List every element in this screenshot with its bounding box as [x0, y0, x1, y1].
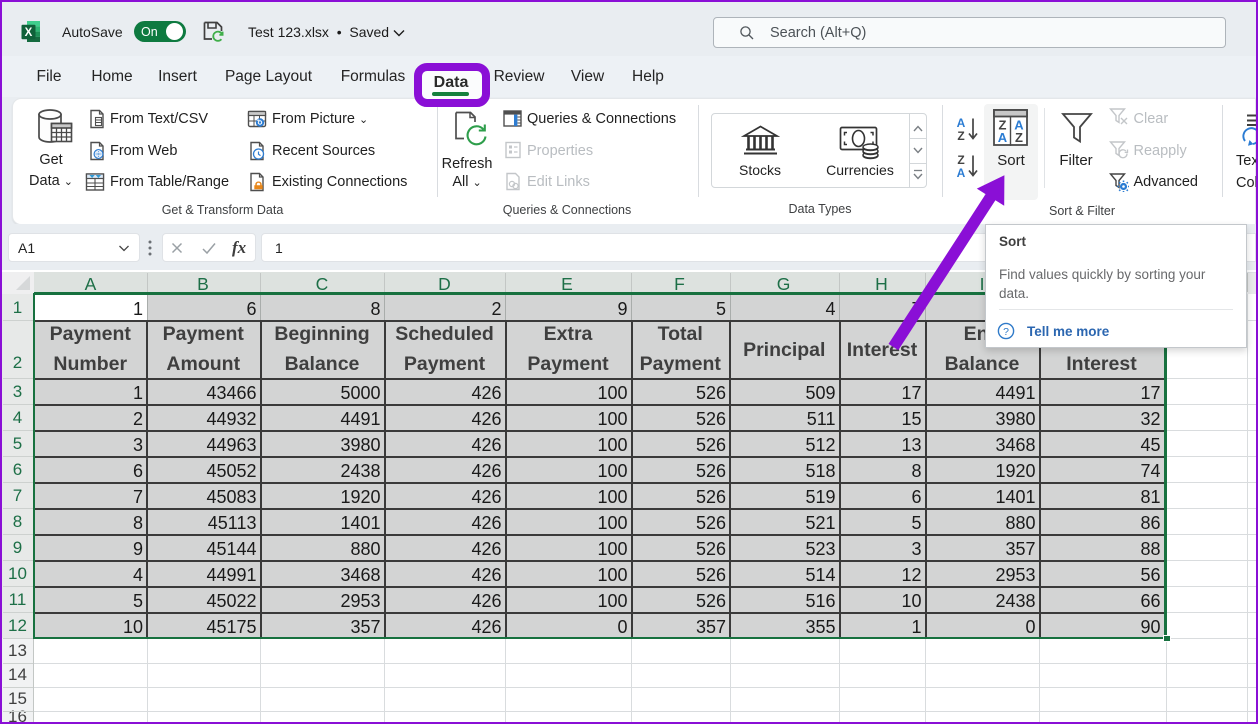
svg-text:Z: Z: [957, 129, 964, 142]
svg-text:?: ?: [1003, 326, 1009, 338]
svg-text:A: A: [957, 116, 966, 130]
svg-text:Z: Z: [1015, 130, 1023, 145]
svg-text:X: X: [25, 27, 33, 39]
svg-text:A: A: [998, 130, 1008, 145]
